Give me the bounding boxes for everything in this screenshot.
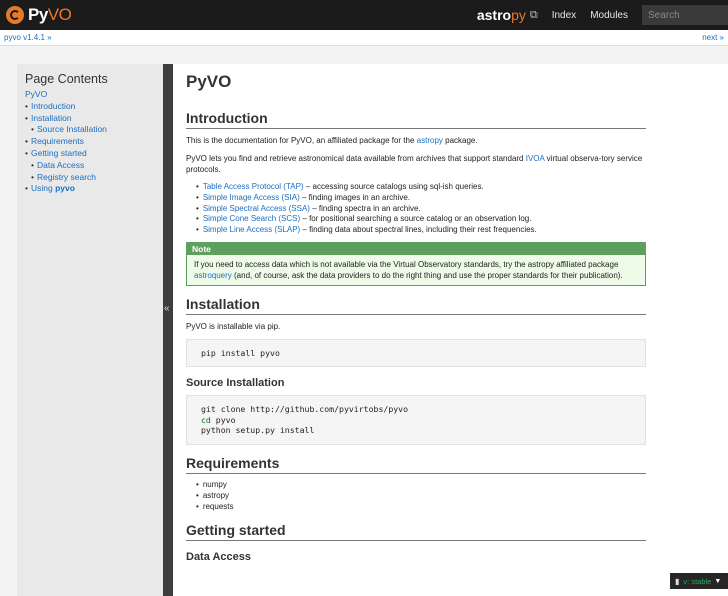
astropy-link[interactable]: astropy xyxy=(477,7,526,23)
sidebar-title: Page Contents xyxy=(25,72,108,86)
list-item: requests xyxy=(196,502,646,513)
astropy-package-link[interactable]: astropy xyxy=(417,136,443,145)
toc-link-requirements[interactable]: Requirements xyxy=(31,136,84,146)
page-title: PyVO xyxy=(186,72,232,91)
service-list: Table Access Protocol (TAP) – accessing … xyxy=(196,182,646,236)
slap-link[interactable]: Simple Line Access (SLAP) xyxy=(203,225,300,234)
list-item: Simple Cone Search (SCS) – for positiona… xyxy=(196,214,646,225)
book-icon: ▮ xyxy=(675,576,680,586)
pip-install-code: pip install pyvo xyxy=(186,338,646,368)
pyvo-logo-icon xyxy=(6,6,24,24)
intro-p2-text: PyVO lets you find and retrieve astronom… xyxy=(186,154,526,163)
toc-using-prefix: Using xyxy=(30,183,56,194)
requirements-list: numpy astropy requests xyxy=(196,480,646,512)
note-body: If you need to access data which is not … xyxy=(187,255,645,285)
list-item: Table Access Protocol (TAP) – accessing … xyxy=(196,182,646,193)
version-label: v: stable xyxy=(683,576,712,586)
intro-p1-text: This is the documentation for PyVO, an a… xyxy=(186,136,417,145)
scs-link[interactable]: Simple Cone Search (SCS) xyxy=(203,214,300,223)
collapse-sidebar-icon[interactable]: « xyxy=(164,303,170,314)
main-content: PyVO Introduction This is the documentat… xyxy=(173,64,728,596)
note-admonition: Note If you need to access data which is… xyxy=(186,241,646,286)
list-item: Simple Spectral Access (SSA) – finding s… xyxy=(196,204,646,215)
scs-desc: – for positional searching a source cata… xyxy=(300,214,532,224)
list-item: Simple Image Access (SIA) – finding imag… xyxy=(196,193,646,204)
ssa-link[interactable]: Simple Spectral Access (SSA) xyxy=(203,204,310,213)
logo-text-py: Py xyxy=(28,5,48,24)
list-item: astropy xyxy=(196,491,646,502)
list-item: numpy xyxy=(196,480,646,491)
version-selector[interactable]: ▮ v: stable ▼ xyxy=(670,573,728,589)
relbar: pyvo v1.4.1 » next » xyxy=(0,30,728,46)
toc-link-introduction[interactable]: Introduction xyxy=(31,101,75,111)
search-input[interactable] xyxy=(642,5,728,25)
astropy-link-astro: astro xyxy=(476,7,512,23)
toc-link-getting-started[interactable]: Getting started xyxy=(31,148,87,158)
sidebar-collapse-bar[interactable] xyxy=(163,64,173,596)
intro-paragraph-2: PyVO lets you find and retrieve astronom… xyxy=(186,153,646,175)
toc-using-bold: pyvo xyxy=(55,183,75,194)
slap-desc: – finding data about spectral lines, inc… xyxy=(300,225,537,235)
code-line-2: pyvo xyxy=(210,414,236,425)
nav-index-link[interactable]: Index xyxy=(552,10,576,21)
source-install-code: git clone http://github.com/pyvirtobs/py… xyxy=(186,395,646,445)
note-text: If you need to access data which is not … xyxy=(194,259,619,269)
heading-data-access: Data Access xyxy=(186,551,252,564)
toc-link-registry-search[interactable]: Registry search xyxy=(37,172,96,182)
heading-requirements: Requirements xyxy=(186,455,646,474)
sia-desc: – finding images in an archive. xyxy=(299,192,411,202)
intro-paragraph-1: This is the documentation for PyVO, an a… xyxy=(186,135,646,146)
toc-link-pyvo[interactable]: PyVO xyxy=(25,89,47,99)
caret-down-icon: ▼ xyxy=(714,577,722,585)
ivoa-link[interactable]: IVOA xyxy=(526,154,545,163)
pyvo-logo[interactable]: Py VO xyxy=(6,5,72,25)
sia-link[interactable]: Simple Image Access (SIA) xyxy=(203,193,300,202)
document-body: PyVO Introduction This is the documentat… xyxy=(186,64,646,569)
heading-installation: Installation xyxy=(186,296,646,315)
logo-text-vo: VO xyxy=(47,5,72,24)
astroquery-link[interactable]: astroquery xyxy=(194,271,232,280)
code-keyword-cd: cd xyxy=(201,414,211,425)
navbar-right: astropy ⧉ Index Modules xyxy=(477,0,728,30)
next-page-link[interactable]: next » xyxy=(702,33,724,42)
heading-getting-started: Getting started xyxy=(186,522,646,542)
sidebar: Page Contents PyVO Introduction Installa… xyxy=(17,64,163,596)
astropy-link-py: py xyxy=(511,7,526,23)
note-title: Note xyxy=(187,242,645,255)
note-text-end: (and, of course, ask the data providers … xyxy=(231,270,623,280)
tap-desc: – accessing source catalogs using sql-is… xyxy=(303,182,484,191)
code-line-1: git clone http://github.com/pyvirtobs/py… xyxy=(201,404,409,415)
toc-link-source-installation[interactable]: Source Installation xyxy=(37,124,107,134)
breadcrumb-home-link[interactable]: pyvo v1.4.1 » xyxy=(4,33,52,42)
intro-p1-end: package. xyxy=(442,136,478,145)
tap-link[interactable]: Table Access Protocol (TAP) xyxy=(203,182,304,191)
list-item: Simple Line Access (SLAP) – finding data… xyxy=(196,225,646,236)
toc-link-data-access[interactable]: Data Access xyxy=(37,160,84,170)
toc-link-using-pyvo[interactable]: Using pyvo xyxy=(31,183,75,193)
heading-introduction: Introduction xyxy=(186,110,646,129)
ssa-desc: – finding spectra in an archive. xyxy=(309,203,421,213)
heading-source-installation: Source Installation xyxy=(186,377,285,390)
installation-text: PyVO is installable via pip. xyxy=(186,321,281,331)
code-line-3: python setup.py install xyxy=(201,425,315,436)
external-link-icon: ⧉ xyxy=(529,8,538,21)
nav-modules-link[interactable]: Modules xyxy=(590,10,628,21)
toc-link-installation[interactable]: Installation xyxy=(31,113,72,123)
table-of-contents: PyVO Introduction Installation Source In… xyxy=(25,89,155,195)
top-navbar: Py VO astropy ⧉ Index Modules xyxy=(0,0,728,30)
